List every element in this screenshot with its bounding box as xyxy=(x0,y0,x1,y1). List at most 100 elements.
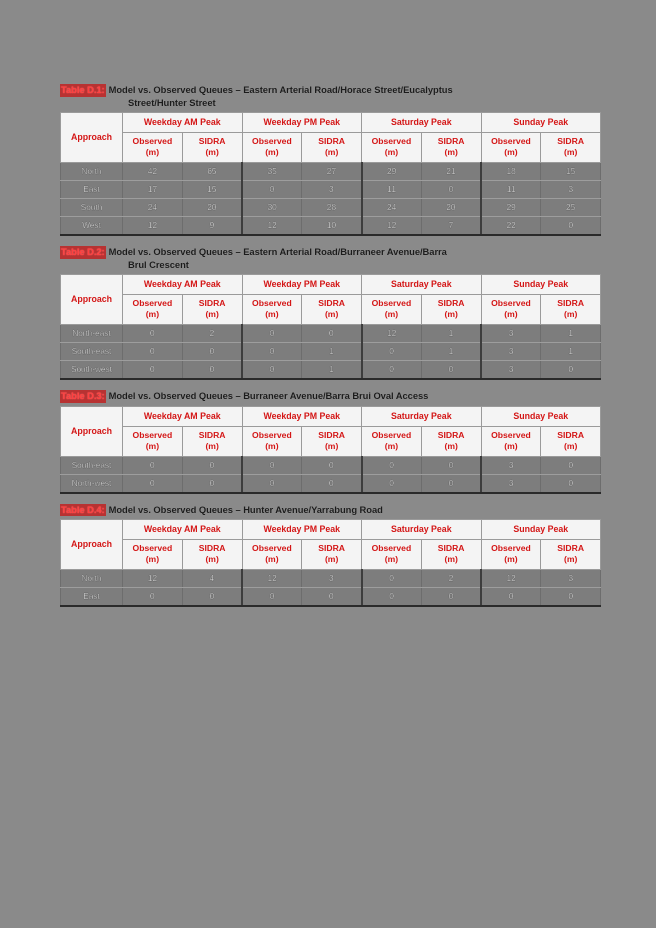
column-group-header: Sunday Peak xyxy=(480,112,602,133)
queue-value-cell: 3 xyxy=(480,342,542,361)
measure-unit: (m) xyxy=(145,147,160,157)
queue-value-cell: 15 xyxy=(181,180,243,199)
measure-unit: (m) xyxy=(504,554,518,564)
measure-unit: (m) xyxy=(324,309,339,319)
queue-value-cell: 0 xyxy=(181,360,243,380)
queue-value-cell: 0 xyxy=(540,455,602,475)
queue-value-cell: 0 xyxy=(360,473,422,494)
queue-value-cell: 0 xyxy=(540,216,602,236)
table-caption-text: Model vs. Observed Queues – Eastern Arte… xyxy=(108,84,453,95)
column-group-header: Sunday Peak xyxy=(480,274,602,295)
column-header-approach: Approach xyxy=(60,405,123,457)
column-group-header: Weekday AM Peak xyxy=(122,519,243,540)
column-group-header: Weekday AM Peak xyxy=(122,405,243,427)
header-row-periods: Approach Weekday AM Peak Weekday PM Peak Sa… xyxy=(60,274,602,325)
table-number-label: Table D.1: xyxy=(60,84,106,97)
queue-value-cell: 12 xyxy=(360,216,422,236)
column-header-measure: SIDRA (m) xyxy=(301,539,363,570)
table-row: South-east 0 0 0 0 0 0 3 0 xyxy=(60,455,602,475)
measure-label: SIDRA xyxy=(437,136,465,146)
measure-label: Observed xyxy=(371,136,412,146)
row-header-approach: North xyxy=(60,162,123,181)
queue-value-cell: 24 xyxy=(122,198,183,217)
header-row-measures: Observed (m) SIDRA (m) Observed (m) SIDRA (m) Ob… xyxy=(61,425,602,457)
queue-value-cell: 21 xyxy=(420,162,482,181)
measure-unit: (m) xyxy=(504,440,518,451)
measure-unit: (m) xyxy=(504,309,518,319)
measure-label: Observed xyxy=(252,136,292,146)
column-header-measure: SIDRA (m) xyxy=(181,294,243,325)
measure-label: SIDRA xyxy=(198,429,226,440)
queue-value-cell: 0 xyxy=(360,360,422,380)
queue-value-cell: 0 xyxy=(181,342,243,361)
header-row-periods: Approach Weekday AM Peak Weekday PM Peak Sa… xyxy=(60,112,602,163)
queue-value-cell: 0 xyxy=(241,473,303,494)
table-row: North 12 4 12 3 0 2 12 3 xyxy=(60,569,602,588)
queue-value-cell: 12 xyxy=(480,569,542,588)
measure-label: Observed xyxy=(371,543,412,553)
table-row: East 0 0 0 0 0 0 0 0 xyxy=(60,587,602,607)
column-header-measure: SIDRA (m) xyxy=(181,425,243,457)
measure-label: Observed xyxy=(491,429,531,440)
measure-unit: (m) xyxy=(205,440,219,451)
document-page: Table D.1: Model vs. Observed Queues – Ea… xyxy=(0,0,656,928)
queue-comparison-table: Approach Weekday AM Peak Weekday PM Peak Sa… xyxy=(60,112,602,236)
measure-unit: (m) xyxy=(205,147,219,157)
measure-unit: (m) xyxy=(384,440,399,451)
column-header-measure: SIDRA (m) xyxy=(540,425,602,457)
measure-label: Observed xyxy=(132,298,173,308)
queue-value-cell: 0 xyxy=(360,569,422,588)
measure-label: Observed xyxy=(252,298,292,308)
measure-unit: (m) xyxy=(324,440,339,451)
column-header-measure: Observed (m) xyxy=(480,539,542,570)
column-header-measure: Observed (m) xyxy=(241,425,303,457)
row-header-approach: South-west xyxy=(60,360,123,380)
queue-value-cell: 12 xyxy=(360,324,422,343)
column-header-measure: SIDRA (m) xyxy=(301,425,363,457)
measure-label: SIDRA xyxy=(198,298,226,308)
measure-label: SIDRA xyxy=(437,298,465,308)
measure-unit: (m) xyxy=(265,554,279,564)
queue-comparison-table: Approach Weekday AM Peak Weekday PM Peak Sa… xyxy=(60,405,602,494)
queue-value-cell: 0 xyxy=(540,587,602,607)
table-row: South 24 20 30 28 24 20 29 25 xyxy=(60,198,602,217)
table-caption-text: Model vs. Observed Queues – Hunter Avenu… xyxy=(108,503,383,515)
queue-value-cell: 11 xyxy=(360,180,422,199)
row-header-approach: North-east xyxy=(60,324,123,343)
queue-value-cell: 0 xyxy=(122,342,183,361)
queue-value-cell: 0 xyxy=(420,473,482,494)
column-header-measure: Observed (m) xyxy=(122,132,183,163)
measure-label: Observed xyxy=(132,429,173,440)
column-header-measure: SIDRA (m) xyxy=(420,294,482,325)
queue-value-cell: 0 xyxy=(540,473,602,494)
header-row-measures: Observed (m) SIDRA (m) Observed (m) SIDRA (m) Ob… xyxy=(61,294,602,325)
table-header: Approach Weekday AM Peak Weekday PM Peak Sa… xyxy=(60,112,602,163)
column-header-measure: Observed (m) xyxy=(361,294,422,325)
queue-value-cell: 42 xyxy=(122,162,183,181)
measure-label: SIDRA xyxy=(437,543,465,553)
queue-value-cell: 24 xyxy=(360,198,422,217)
queue-value-cell: 12 xyxy=(122,569,183,588)
measure-unit: (m) xyxy=(145,440,160,451)
header-row-periods: Approach Weekday AM Peak Weekday PM Peak Sa… xyxy=(60,519,602,570)
queue-value-cell: 4 xyxy=(181,569,243,588)
header-row-measures: Observed (m) SIDRA (m) Observed (m) SIDRA (m) Ob… xyxy=(61,539,602,570)
column-header-approach: Approach xyxy=(60,519,123,570)
column-group-header: Weekday PM Peak xyxy=(241,112,363,133)
queue-value-cell: 0 xyxy=(540,360,602,380)
column-group-header: Saturday Peak xyxy=(361,112,482,133)
measure-unit: (m) xyxy=(205,554,219,564)
measure-label: SIDRA xyxy=(318,298,345,308)
measure-label: Observed xyxy=(252,429,292,440)
queue-value-cell: 1 xyxy=(420,324,482,343)
column-header-measure: Observed (m) xyxy=(241,539,303,570)
column-header-measure: Observed (m) xyxy=(480,132,542,163)
queue-value-cell: 12 xyxy=(241,569,303,588)
queue-value-cell: 1 xyxy=(301,360,363,380)
queue-value-cell: 17 xyxy=(122,180,183,199)
column-group-header: Sunday Peak xyxy=(480,519,602,540)
table-body: North 12 4 12 3 0 2 12 3 East 0 0 0 0 0 0 0 0 xyxy=(60,569,602,607)
measure-label: Observed xyxy=(491,298,531,308)
column-header-measure: Observed (m) xyxy=(480,425,542,457)
column-header-measure: Observed (m) xyxy=(122,294,183,325)
